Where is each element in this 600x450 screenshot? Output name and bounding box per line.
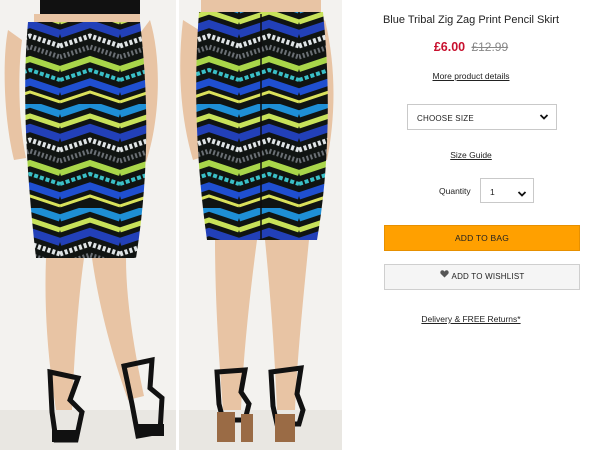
quantity-label: Quantity <box>439 186 471 196</box>
size-select-label: CHOOSE SIZE <box>417 114 474 123</box>
add-to-bag-button[interactable]: ADD TO BAG <box>384 225 580 251</box>
add-to-wishlist-button[interactable]: ADD TO WISHLIST <box>384 264 580 290</box>
quantity-value: 1 <box>490 187 495 197</box>
product-image-back-graphic <box>179 0 342 450</box>
more-product-details-link[interactable]: More product details <box>342 71 600 81</box>
product-title: Blue Tribal Zig Zag Print Pencil Skirt <box>382 14 560 26</box>
product-image-front[interactable] <box>0 0 176 450</box>
heart-icon <box>439 264 449 288</box>
original-price: £12.99 <box>471 40 509 54</box>
chevron-down-icon <box>539 112 549 124</box>
product-info-panel: Blue Tribal Zig Zag Print Pencil Skirt £… <box>342 0 600 450</box>
product-image-front-graphic <box>0 0 176 450</box>
price-block: £6.00 £12.99 <box>342 40 600 54</box>
size-guide-link[interactable]: Size Guide <box>342 150 600 160</box>
add-to-wishlist-label: ADD TO WISHLIST <box>451 272 525 282</box>
quantity-select[interactable]: 1 <box>480 178 534 203</box>
chevron-down-icon <box>517 186 527 204</box>
delivery-returns-link[interactable]: Delivery & FREE Returns* <box>342 314 600 324</box>
size-select[interactable]: CHOOSE SIZE <box>407 104 557 130</box>
product-image-back[interactable] <box>179 0 342 450</box>
current-price: £6.00 <box>433 40 466 54</box>
